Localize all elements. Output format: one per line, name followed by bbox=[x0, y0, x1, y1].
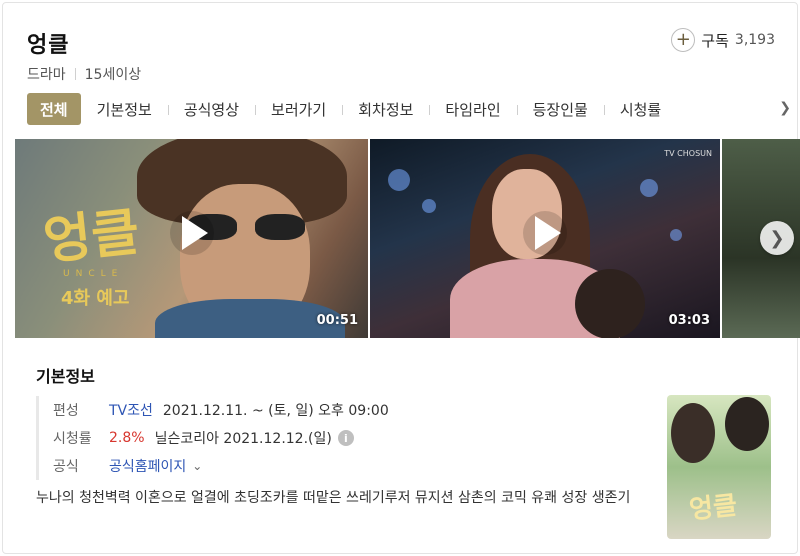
tab-all[interactable]: 전체 bbox=[27, 93, 81, 125]
info-key: 공식 bbox=[53, 459, 79, 475]
bokeh-light bbox=[670, 229, 682, 241]
info-row-broadcast: 편성 TV조선 2021.12.11. ~ (토, 일) 오후 09:00 bbox=[53, 396, 389, 424]
tab-bar: 전체 기본정보 공식영상 보러가기 회차정보 타임라인 등장인물 시청률 bbox=[27, 93, 799, 125]
tab-ratings[interactable]: 시청률 bbox=[603, 93, 677, 125]
tab-characters[interactable]: 등장인물 bbox=[516, 93, 604, 125]
tab-basic-info[interactable]: 기본정보 bbox=[81, 93, 168, 125]
video-thumbnail-2[interactable]: TV CHOSUN 03:03 bbox=[370, 139, 720, 338]
age-rating-label: 15세이상 bbox=[84, 67, 142, 83]
subscriber-count: 3,193 bbox=[734, 32, 775, 48]
meta-divider bbox=[74, 68, 76, 80]
tab-watch[interactable]: 보러가기 bbox=[255, 93, 342, 125]
bokeh-light bbox=[422, 199, 436, 213]
broadcast-schedule: 2021.12.11. ~ (토, 일) 오후 09:00 bbox=[162, 403, 389, 419]
carousel-next-chevron-icon[interactable]: ❯ bbox=[760, 221, 794, 255]
bokeh-light bbox=[640, 179, 658, 197]
tab-official-video[interactable]: 공식영상 bbox=[167, 93, 255, 125]
poster-child-shape bbox=[671, 403, 715, 463]
play-icon[interactable] bbox=[169, 210, 214, 255]
official-homepage-link[interactable]: 공식홈페이지 bbox=[109, 456, 186, 476]
program-poster[interactable]: 엉클 bbox=[667, 395, 771, 539]
video-carousel: 엉클 UNCLE 4화 예고 00:51 TV CHOSUN 03:03 bbox=[15, 139, 800, 338]
poster-title-art: 엉클 bbox=[687, 490, 739, 526]
program-card: 엉클 드라마 15세이상 + 구독 3,193 전체 기본정보 공식영상 보러가… bbox=[2, 2, 800, 554]
video-duration: 00:51 bbox=[316, 313, 358, 328]
tab-timeline[interactable]: 타임라인 bbox=[429, 93, 516, 125]
poster-man-shape bbox=[725, 397, 769, 451]
basic-info-table: 편성 TV조선 2021.12.11. ~ (토, 일) 오후 09:00 시청… bbox=[36, 396, 389, 480]
bokeh-light bbox=[388, 169, 410, 191]
channel-link[interactable]: TV조선 bbox=[109, 400, 153, 420]
rating-value: 2.8% bbox=[109, 430, 145, 446]
info-icon[interactable]: i bbox=[337, 430, 354, 446]
program-description: 누나의 청천벽력 이혼으로 얼결에 초딩조카를 떠맡은 쓰레기루저 뮤지션 삼촌… bbox=[36, 490, 631, 506]
genre-label: 드라마 bbox=[27, 67, 66, 83]
play-icon[interactable] bbox=[523, 210, 567, 255]
info-key: 편성 bbox=[53, 403, 79, 419]
tab-episode-info[interactable]: 회차정보 bbox=[342, 93, 429, 125]
basic-info-heading: 기본정보 bbox=[36, 367, 95, 386]
thumbnail-episode-art: 4화 예고 bbox=[61, 288, 130, 309]
tabs-next-chevron-icon[interactable]: ❯ bbox=[779, 100, 791, 116]
rating-source: 닐슨코리아 2021.12.12.(일) bbox=[154, 431, 332, 447]
thumbnail-title-art: 엉클 bbox=[40, 201, 143, 272]
info-row-rating: 시청률 2.8% 닐슨코리아 2021.12.12.(일) i bbox=[53, 424, 389, 452]
info-row-official: 공식 공식홈페이지 ⌄ bbox=[53, 452, 389, 480]
video-duration: 03:03 bbox=[668, 313, 710, 328]
channel-logo: TV CHOSUN bbox=[664, 149, 712, 158]
video-thumbnail-1[interactable]: 엉클 UNCLE 4화 예고 00:51 bbox=[15, 139, 368, 338]
program-meta: 드라마 15세이상 bbox=[27, 64, 141, 84]
program-title[interactable]: 엉클 bbox=[27, 27, 69, 59]
subscribe-button[interactable]: + 구독 3,193 bbox=[671, 28, 775, 52]
thumbnail-subtitle-art: UNCLE bbox=[63, 269, 124, 279]
plus-icon: + bbox=[671, 28, 696, 52]
info-key: 시청률 bbox=[53, 431, 92, 447]
subscribe-label: 구독 bbox=[701, 31, 729, 50]
child-shape bbox=[575, 269, 645, 338]
chevron-down-icon[interactable]: ⌄ bbox=[192, 459, 202, 473]
